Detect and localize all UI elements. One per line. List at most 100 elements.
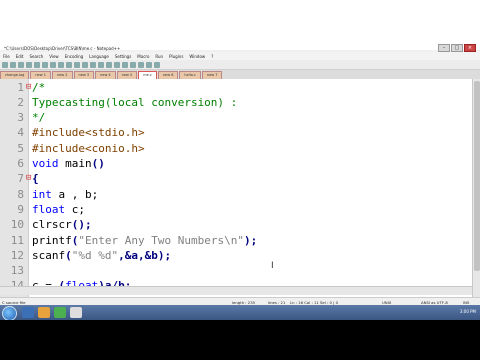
- explorer-taskbar-icon[interactable]: [22, 307, 34, 318]
- code-token: c;: [65, 202, 85, 216]
- code-token: );: [243, 233, 258, 247]
- code-text: /*: [32, 80, 45, 95]
- code-line[interactable]: 10 clrscr();: [0, 217, 472, 232]
- menu-item[interactable]: Search: [26, 54, 46, 59]
- code-text: Typecasting(local conversion) :: [32, 95, 237, 110]
- code-line[interactable]: 9 float c;: [0, 202, 472, 217]
- undo-icon[interactable]: [74, 61, 80, 68]
- menu-item[interactable]: Run: [152, 54, 166, 59]
- line-number: 11: [10, 233, 24, 247]
- line-number: 10: [10, 218, 24, 232]
- code-token: ,&a,&b);: [118, 248, 172, 262]
- find-icon[interactable]: [90, 61, 96, 68]
- redo-icon[interactable]: [82, 61, 88, 68]
- menu-item[interactable]: Macro: [134, 54, 152, 59]
- new-file-icon[interactable]: [2, 61, 8, 68]
- tab[interactable]: hello.c: [179, 71, 201, 79]
- save-all-icon[interactable]: [26, 61, 32, 68]
- play-macro-icon[interactable]: [154, 61, 160, 68]
- close-icon[interactable]: [34, 61, 40, 68]
- wrap-icon[interactable]: [122, 61, 128, 68]
- taskbar: 3:00 PM: [0, 305, 480, 321]
- code-token: */: [32, 111, 46, 125]
- tab[interactable]: new 7: [201, 71, 223, 79]
- code-text: void main(): [32, 156, 105, 171]
- line-number: 4: [17, 126, 24, 140]
- tab[interactable]: new 3: [73, 71, 95, 79]
- record-macro-icon[interactable]: [138, 61, 144, 68]
- code-line[interactable]: 7 ⊟{: [0, 171, 472, 186]
- code-line[interactable]: 6 void main(): [0, 156, 472, 171]
- close-button[interactable]: ×: [464, 44, 476, 52]
- menu-item[interactable]: Plugins: [166, 54, 186, 59]
- code-text: clrscr();: [32, 217, 92, 232]
- code-line[interactable]: 11 printf("Enter Any Two Numbers\n");: [0, 233, 472, 248]
- indent-guide-icon[interactable]: [130, 61, 136, 68]
- title-bar: *C:\Users\DOS\Desktop\Driver\TCS\BIN\me.…: [0, 0, 480, 52]
- line-number: 5: [17, 141, 24, 155]
- line-number: 8: [17, 187, 24, 201]
- code-line[interactable]: 1 ⊟/*: [0, 80, 472, 95]
- menu-item[interactable]: File: [0, 54, 13, 59]
- tab[interactable]: new 5: [116, 71, 138, 79]
- code-token: scanf: [32, 248, 66, 262]
- code-token: "Enter Any Two Numbers\n": [78, 233, 244, 247]
- code-line[interactable]: 3 */: [0, 110, 472, 125]
- menu-item[interactable]: View: [46, 54, 62, 59]
- media-taskbar-icon[interactable]: [38, 307, 50, 318]
- line-number: 2: [17, 95, 24, 109]
- maximize-button[interactable]: □: [451, 44, 463, 52]
- start-button[interactable]: [2, 306, 17, 321]
- vertical-scrollbar[interactable]: [472, 79, 480, 297]
- save-icon[interactable]: [18, 61, 24, 68]
- zoom-out-icon[interactable]: [114, 61, 120, 68]
- cut-icon[interactable]: [50, 61, 56, 68]
- tab[interactable]: new 4: [95, 71, 116, 79]
- replace-icon[interactable]: [98, 61, 104, 68]
- code-token: {: [32, 172, 39, 186]
- menu-bar: File Edit Search View Encoding Language Settin…: [0, 52, 480, 60]
- line-number: 1: [17, 80, 24, 94]
- code-token: #include<conio.h>: [32, 141, 145, 155]
- tab[interactable]: new 1: [30, 71, 51, 79]
- horizontal-scrollbar[interactable]: [0, 286, 472, 295]
- print-icon[interactable]: [42, 61, 48, 68]
- code-text: float c;: [32, 202, 85, 217]
- code-line[interactable]: 12 scanf("%d %d",&a,&b);: [0, 248, 472, 263]
- code-line[interactable]: 8 int a , b;: [0, 187, 472, 202]
- stop-macro-icon[interactable]: [146, 61, 152, 68]
- copy-icon[interactable]: [58, 61, 64, 68]
- clock: 3:00 PM: [459, 309, 476, 314]
- code-line[interactable]: 13: [0, 263, 472, 278]
- code-editor[interactable]: 1 ⊟/* 2 Typecasting(local conversion) :3 */4…: [0, 79, 472, 297]
- code-line[interactable]: 4 #include<stdio.h>: [0, 125, 472, 140]
- zoom-in-icon[interactable]: [106, 61, 112, 68]
- browser-taskbar-icon[interactable]: [54, 307, 66, 318]
- menu-item[interactable]: Encoding: [62, 54, 86, 59]
- tab[interactable]: new 6: [157, 71, 179, 79]
- menu-item[interactable]: Language: [86, 54, 112, 59]
- open-file-icon[interactable]: [10, 61, 16, 68]
- menu-item[interactable]: ?: [208, 54, 216, 59]
- minimize-button[interactable]: –: [438, 44, 450, 52]
- menu-item[interactable]: Edit: [13, 54, 27, 59]
- code-line[interactable]: 5 #include<conio.h>: [0, 141, 472, 156]
- menu-item[interactable]: Window: [186, 54, 208, 59]
- code-token: (: [65, 248, 72, 262]
- window-controls: – □ ×: [438, 44, 476, 52]
- text-cursor-icon: I: [271, 261, 274, 271]
- tab[interactable]: new 2: [51, 71, 73, 79]
- code-line[interactable]: 2 Typecasting(local conversion) :: [0, 95, 472, 110]
- line-number: 13: [10, 264, 24, 278]
- paste-icon[interactable]: [66, 61, 72, 68]
- tab[interactable]: me.c: [138, 71, 157, 79]
- code-token: main: [58, 157, 92, 170]
- letterbox-bar: [0, 320, 480, 360]
- scrollbar-thumb[interactable]: [474, 81, 480, 271]
- tab[interactable]: change.log: [0, 71, 30, 79]
- menu-item[interactable]: Settings: [112, 54, 134, 59]
- notepad-taskbar-icon[interactable]: [70, 307, 82, 318]
- code-text: {: [32, 171, 39, 186]
- code-text: printf("Enter Any Two Numbers\n");: [32, 233, 257, 248]
- line-number: 3: [17, 111, 24, 125]
